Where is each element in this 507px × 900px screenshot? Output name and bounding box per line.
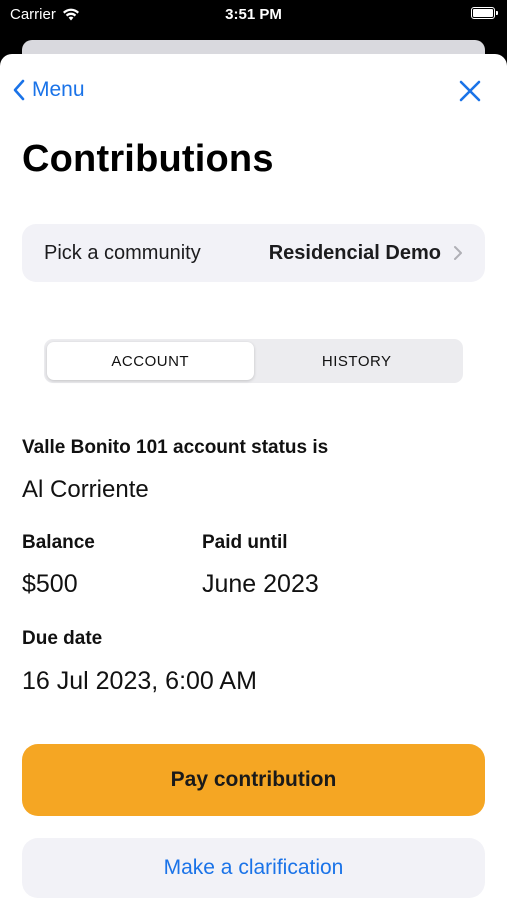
community-picker-value: Residencial Demo — [268, 241, 441, 264]
pay-contribution-button[interactable]: Pay contribution — [22, 744, 485, 816]
back-button-label: Menu — [32, 78, 85, 101]
contributions-sheet: Menu Contributions Pick a community Resi… — [0, 54, 507, 900]
community-picker-label: Pick a community — [44, 241, 201, 264]
app-screen: Carrier 3:51 PM Menu Contributions Pick … — [0, 0, 507, 900]
battery-icon — [471, 7, 498, 19]
account-status-label: Valle Bonito 101 account status is — [22, 437, 329, 458]
community-picker[interactable]: Pick a community Residencial Demo — [22, 224, 485, 282]
status-bar: Carrier 3:51 PM — [0, 0, 507, 34]
account-history-segmented-control: ACCOUNT HISTORY — [44, 339, 463, 383]
account-status-value: Al Corriente — [22, 476, 149, 503]
chevron-left-icon — [13, 79, 25, 101]
balance-value: $500 — [22, 570, 78, 598]
page-title: Contributions — [22, 138, 274, 180]
paid-until-label: Paid until — [202, 532, 288, 553]
due-date-label: Due date — [22, 628, 103, 649]
chevron-right-icon — [454, 246, 462, 260]
due-date-value: 16 Jul 2023, 6:00 AM — [22, 667, 257, 695]
close-icon — [459, 80, 481, 102]
make-clarification-button[interactable]: Make a clarification — [22, 838, 485, 898]
balance-label: Balance — [22, 532, 95, 553]
paid-until-value: June 2023 — [202, 570, 319, 598]
status-time: 3:51 PM — [225, 6, 282, 23]
tab-history[interactable]: HISTORY — [254, 342, 461, 380]
close-button[interactable] — [457, 78, 483, 104]
back-button[interactable]: Menu — [12, 78, 85, 102]
tab-account[interactable]: ACCOUNT — [47, 342, 254, 380]
